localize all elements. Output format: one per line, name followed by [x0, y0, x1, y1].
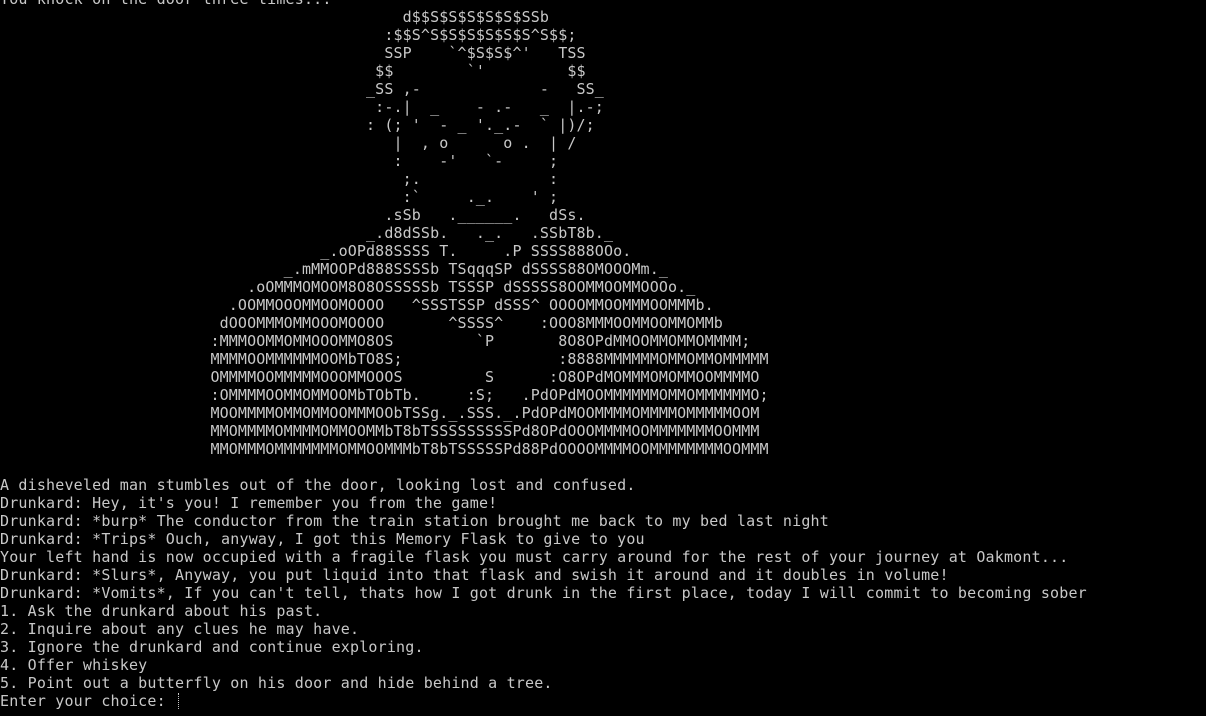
ascii-art-line: MMOMMMOMMMMMMMOMMOOMMMbT8bTSSSSSPd88PdOO…	[0, 440, 769, 458]
input-prompt-row[interactable]: Enter your choice:	[0, 692, 1206, 710]
ascii-art-line: .oOMMMOMOOM8O8OSSSSSb TSSSP dSSSSS8OOMMO…	[0, 278, 696, 296]
ascii-art-line: SSP `^$S$S$^' TSS	[0, 44, 586, 62]
dialogue-line: Drunkard: Hey, it's you! I remember you …	[0, 494, 498, 512]
ascii-art-portrait: d$$S$S$S$S$S$SSb :$$S^S$S$S$S$S$S^S$$; S…	[0, 8, 1206, 458]
ascii-art-line: :MMMOOMMOMMOOOMMO8OS `P 8O8OPdMMOOMMOMMO…	[0, 332, 751, 350]
ascii-art-line: .OOMMOOOMMOOMOOOO ^SSSTSSP dSSS^ OOOOMMO…	[0, 296, 714, 314]
ascii-art-line: | , o o . | /	[0, 134, 577, 152]
ascii-art-line: :$$S^S$S$S$S$S$S^S$$;	[0, 26, 577, 44]
ascii-art-line: dOOOMMMOMMOOOMOOOO ^SSSS^ :OOO8MMMOOMMOO…	[0, 314, 723, 332]
ascii-art-line: d$$S$S$S$S$S$SSb	[0, 8, 550, 26]
ascii-art-line: OMMMMOOMMMMMOOOMMOOOS S :O8OPdMOMMMOMOMM…	[0, 368, 760, 386]
ascii-art-line: _.oOPd88SSSS T. .P SSSS888OOo.	[0, 242, 632, 260]
ascii-art-line: MMMMOOMMMMMMOOMbTO8S; :8888MMMMMMOMMOMMO…	[0, 350, 769, 368]
ascii-art-line: MMOMMMMOMMMMOMMOOMMbT8bTSSSSSSSSSPd8OPdO…	[0, 422, 760, 440]
choice-option-1: 1. Ask the drunkard about his past.	[0, 602, 323, 620]
dialogue-line: Drunkard: *burp* The conductor from the …	[0, 512, 829, 530]
ascii-art-line: ;. :	[0, 170, 559, 188]
choice-option-5: 5. Point out a butterfly on his door and…	[0, 674, 553, 692]
ascii-art-line: MOOMMMMOMMOMMOOMMMOObTSSg._.SSS._.PdOPdM…	[0, 404, 760, 422]
ascii-art-line: : -' `- ;	[0, 152, 559, 170]
dialogue-line: Drunkard: *Vomits*, If you can't tell, t…	[0, 584, 1087, 602]
ascii-art-line: _.d8dSSb. ._. .SSbT8b._	[0, 224, 614, 242]
choice-option-2: 2. Inquire about any clues he may have.	[0, 620, 360, 638]
ascii-art-line: .sSb .______. dSs.	[0, 206, 586, 224]
intro-text: You knock on the door three times...	[0, 0, 1206, 8]
choice-option-3: 3. Ignore the drunkard and continue expl…	[0, 638, 424, 656]
ascii-art-line: :OMMMMOOMMOMMOOMbTObTb. :S; .PdOPdMOOMMM…	[0, 386, 769, 404]
ascii-art-line: :` ._. ' ;	[0, 188, 559, 206]
dialogue-line: Drunkard: *Slurs*, Anyway, you put liqui…	[0, 566, 949, 584]
choice-option-4: 4. Offer whiskey	[0, 656, 148, 674]
ascii-art-line: :-.| _ - .- _ |.-;	[0, 98, 604, 116]
ascii-art-line: : (; ' - _ '._.- ` |)/;	[0, 116, 595, 134]
terminal-window[interactable]: You knock on the door three times... d$$…	[0, 0, 1206, 716]
ascii-art-line: $$ `' $$	[0, 62, 586, 80]
ascii-art-line: _SS ,- - SS_	[0, 80, 604, 98]
choice-menu: 1. Ask the drunkard about his past. 2. I…	[0, 602, 1206, 692]
text-cursor[interactable]	[178, 693, 180, 709]
narration-line: Your left hand is now occupied with a fr…	[0, 548, 1069, 566]
narration-line: A disheveled man stumbles out of the doo…	[0, 476, 636, 494]
dialogue-line: Drunkard: *Trips* Ouch, anyway, I got th…	[0, 530, 645, 548]
ascii-art-line: _.mMMOOPd888SSSSb TSqqqSP dSSSS88OMOOOMm…	[0, 260, 669, 278]
story-output: A disheveled man stumbles out of the doo…	[0, 476, 1206, 602]
choice-prompt: Enter your choice:	[0, 692, 176, 710]
